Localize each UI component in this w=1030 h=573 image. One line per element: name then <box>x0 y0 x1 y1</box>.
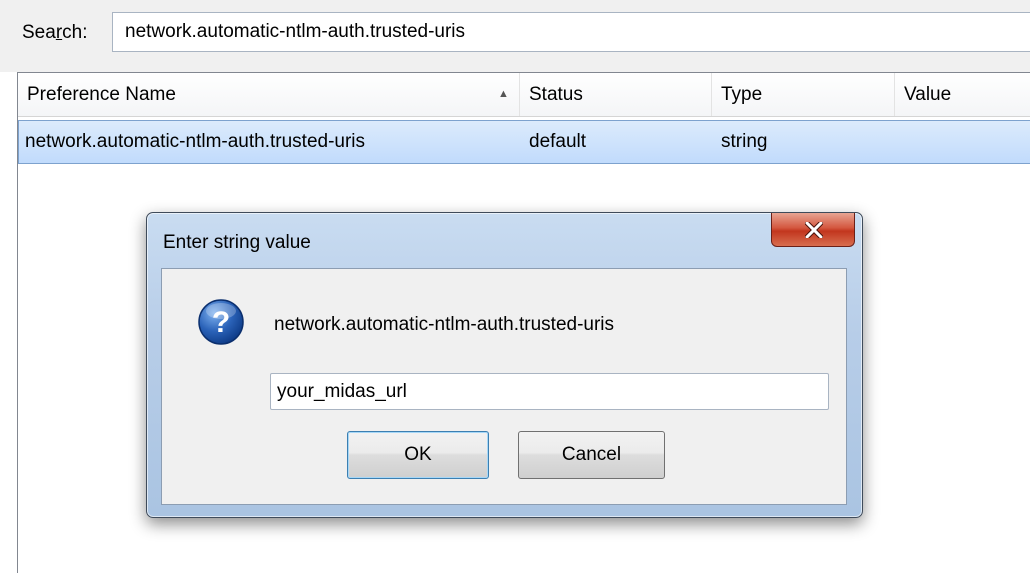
dialog-title: Enter string value <box>163 232 311 253</box>
cell-type: string <box>721 131 768 152</box>
search-label: Search: <box>22 22 88 43</box>
column-header-value[interactable]: Value <box>895 73 1030 116</box>
string-value-input[interactable] <box>270 373 829 410</box>
search-bar: Search: <box>0 0 1030 72</box>
table-header: Preference Name ▲ Status Type Value <box>18 73 1030 117</box>
close-button[interactable] <box>771 213 855 247</box>
search-input[interactable] <box>112 12 1030 52</box>
column-header-type[interactable]: Type <box>712 73 895 116</box>
enter-string-dialog: Enter string value ? network.automatic-n… <box>146 212 863 518</box>
close-x-icon <box>805 222 823 238</box>
cell-preference-name: network.automatic-ntlm-auth.trusted-uris <box>25 131 366 152</box>
cancel-button[interactable]: Cancel <box>518 431 665 479</box>
question-icon: ? <box>198 299 244 345</box>
column-header-status[interactable]: Status <box>520 73 712 116</box>
sort-ascending-icon: ▲ <box>498 88 509 100</box>
column-header-preference-name[interactable]: Preference Name ▲ <box>18 73 520 116</box>
table-row[interactable]: network.automatic-ntlm-auth.trusted-uris… <box>18 120 1030 164</box>
svg-text:?: ? <box>212 306 230 339</box>
dialog-message: network.automatic-ntlm-auth.trusted-uris <box>274 314 615 335</box>
ok-button[interactable]: OK <box>347 431 489 479</box>
dialog-body: ? network.automatic-ntlm-auth.trusted-ur… <box>161 268 847 505</box>
cell-status: default <box>529 131 587 152</box>
